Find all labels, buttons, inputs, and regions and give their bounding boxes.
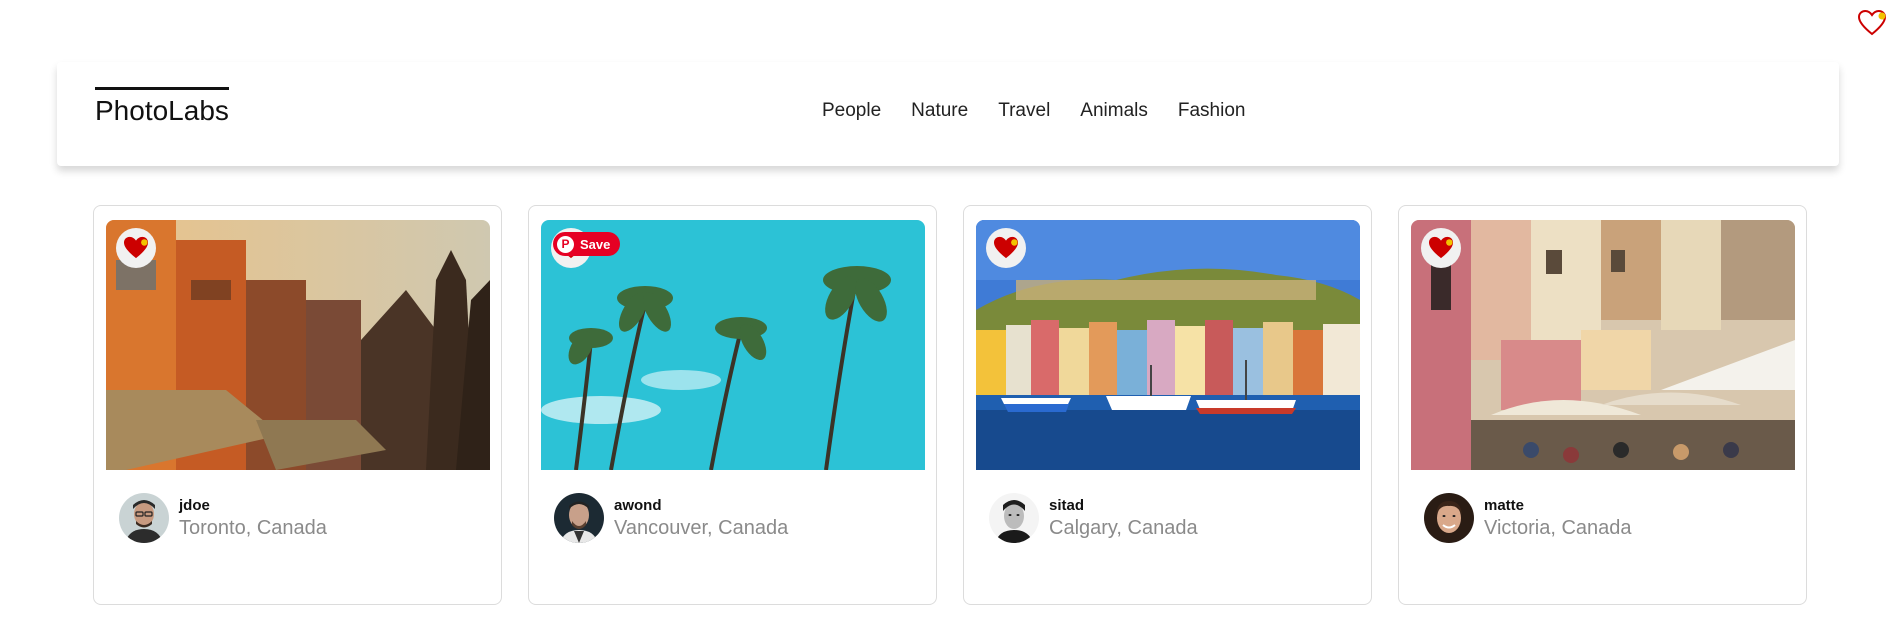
topic-travel[interactable]: Travel <box>998 100 1050 122</box>
top-nav-bar: PhotoLabs People Nature Travel Animals F… <box>57 62 1839 166</box>
location-text: Toronto, Canada <box>179 516 327 539</box>
avatar <box>1424 493 1474 543</box>
username: matte <box>1484 496 1525 514</box>
fav-badge-icon[interactable] <box>1857 9 1887 38</box>
location-text: Calgary, Canada <box>1049 516 1198 539</box>
topic-list: People Nature Travel Animals Fashion <box>822 100 1275 122</box>
username: jdoe <box>179 496 210 514</box>
location-text: Vancouver, Canada <box>614 516 789 539</box>
photo-image[interactable] <box>976 220 1360 470</box>
photo-card[interactable]: sitad Calgary, Canada <box>963 205 1372 605</box>
app-logo[interactable]: PhotoLabs <box>95 87 229 125</box>
photo-user-info: matte Victoria, Canada <box>1424 493 1632 543</box>
save-label: Save <box>580 236 611 252</box>
pinterest-save-button[interactable]: P Save <box>553 232 621 256</box>
pinterest-icon: P <box>557 235 574 253</box>
photo-image[interactable]: P Save <box>541 220 925 470</box>
username: sitad <box>1049 496 1085 514</box>
photo-card[interactable]: matte Victoria, Canada <box>1398 205 1807 605</box>
topic-fashion[interactable]: Fashion <box>1178 100 1246 122</box>
location-text: Victoria, Canada <box>1484 516 1632 539</box>
avatar <box>989 493 1039 543</box>
topic-animals[interactable]: Animals <box>1080 100 1148 122</box>
photo-user-info: jdoe Toronto, Canada <box>119 493 327 543</box>
photo-card[interactable]: P Save awond Vancouver, Canada <box>528 205 937 605</box>
photo-card[interactable]: jdoe Toronto, Canada <box>93 205 502 605</box>
topic-people[interactable]: People <box>822 100 881 122</box>
avatar <box>119 493 169 543</box>
heart-icon <box>124 236 148 259</box>
favorite-button[interactable] <box>986 228 1026 268</box>
topic-nature[interactable]: Nature <box>911 100 968 122</box>
photo-user-info: sitad Calgary, Canada <box>989 493 1198 543</box>
heart-icon <box>994 236 1018 259</box>
photo-list: jdoe Toronto, Canada P Save awond Vancou… <box>93 205 1807 605</box>
favorite-button[interactable] <box>1421 228 1461 268</box>
heart-icon <box>1429 236 1453 259</box>
username: awond <box>614 496 662 514</box>
photo-image[interactable] <box>106 220 490 470</box>
avatar <box>554 493 604 543</box>
favorite-button[interactable] <box>116 228 156 268</box>
photo-image[interactable] <box>1411 220 1795 470</box>
photo-user-info: awond Vancouver, Canada <box>554 493 788 543</box>
